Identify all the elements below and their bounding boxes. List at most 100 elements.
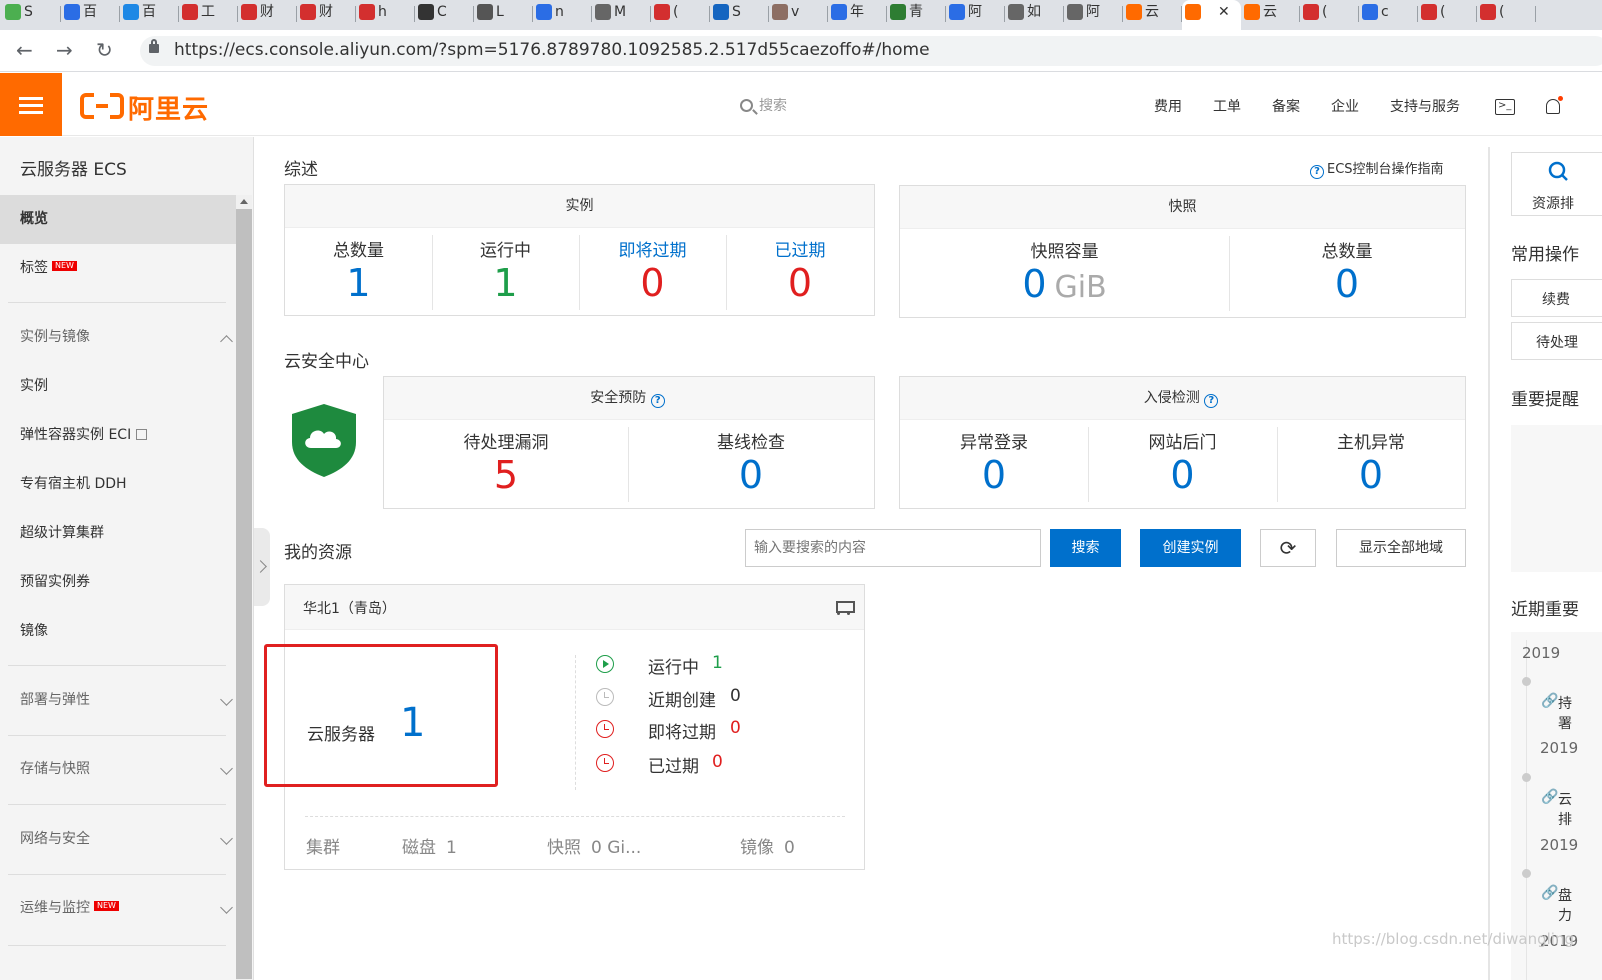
- sidebar-group-instances-images[interactable]: 实例与镜像: [0, 313, 236, 362]
- cart-icon[interactable]: [833, 599, 855, 615]
- browser-tab[interactable]: (: [651, 0, 710, 30]
- resource-ranking-card[interactable]: 资源排: [1511, 152, 1602, 216]
- nav-enterprise[interactable]: 企业: [1331, 96, 1359, 116]
- browser-tab[interactable]: C: [415, 0, 474, 30]
- bell-icon[interactable]: [1545, 96, 1563, 117]
- browser-tab[interactable]: 如: [1005, 0, 1064, 30]
- link-icon[interactable]: 🔗: [1541, 693, 1558, 709]
- browser-tab[interactable]: 云: [1123, 0, 1182, 30]
- status-value[interactable]: 1: [712, 653, 723, 673]
- resource-cluster[interactable]: 集群: [306, 833, 340, 858]
- sidebar-group-deployment[interactable]: 部署与弹性: [0, 676, 236, 725]
- browser-tab[interactable]: S: [710, 0, 769, 30]
- sidebar-item-reserved-instances[interactable]: 预留实例券: [0, 558, 236, 607]
- timeline-note[interactable]: 力: [1558, 905, 1572, 925]
- stat-value[interactable]: 0: [900, 452, 1088, 498]
- nav-tickets[interactable]: 工单: [1213, 96, 1241, 116]
- menu-button[interactable]: [0, 73, 62, 136]
- pending-button[interactable]: 待处理: [1511, 322, 1602, 360]
- stat-label[interactable]: 已过期: [726, 236, 874, 261]
- stat-label[interactable]: 即将过期: [579, 236, 726, 261]
- url-text[interactable]: https://ecs.console.aliyun.com/?spm=5176…: [174, 40, 930, 60]
- stat-value[interactable]: 0: [726, 260, 874, 306]
- browser-tab[interactable]: S: [2, 0, 61, 30]
- browser-tab[interactable]: 青: [887, 0, 946, 30]
- stat-value[interactable]: 0 GiB: [900, 261, 1229, 311]
- browser-tab[interactable]: 百: [120, 0, 179, 30]
- show-all-regions-button[interactable]: 显示全部地域: [1336, 529, 1466, 567]
- stat-value[interactable]: 0: [1229, 261, 1465, 307]
- link-icon[interactable]: 🔗: [1541, 885, 1558, 901]
- timeline-note[interactable]: 持: [1558, 693, 1572, 713]
- browser-tab[interactable]: M: [592, 0, 651, 30]
- search-button[interactable]: 搜索: [1050, 529, 1121, 567]
- nav-support[interactable]: 支持与服务: [1390, 96, 1460, 116]
- browser-tab[interactable]: 财: [238, 0, 297, 30]
- stat-value[interactable]: 0: [579, 260, 726, 306]
- sidebar-scrollbar[interactable]: [236, 195, 252, 980]
- create-instance-button[interactable]: 创建实例: [1140, 529, 1241, 567]
- sidebar-item-eci[interactable]: 弹性容器实例 ECI: [0, 411, 236, 460]
- sidebar-item-instances[interactable]: 实例: [0, 362, 236, 411]
- stat-value[interactable]: 0: [1277, 452, 1465, 498]
- stat-value[interactable]: 0: [1088, 452, 1277, 498]
- stat-value[interactable]: 5: [384, 452, 628, 498]
- resource-image[interactable]: 镜像 0: [740, 833, 795, 858]
- help-icon[interactable]: ?: [1204, 394, 1219, 408]
- link-icon[interactable]: 🔗: [1541, 789, 1558, 805]
- browser-tab[interactable]: (: [1418, 0, 1477, 30]
- scrollbar-thumb[interactable]: [236, 209, 252, 979]
- close-tab-icon[interactable]: ✕: [1218, 0, 1230, 24]
- forward-button[interactable]: →: [56, 38, 73, 62]
- browser-tab[interactable]: ✕: [1182, 0, 1241, 30]
- stat-value[interactable]: 1: [285, 260, 432, 306]
- browser-tab[interactable]: v: [769, 0, 828, 30]
- status-value[interactable]: 0: [730, 686, 741, 706]
- browser-tab[interactable]: 年: [828, 0, 887, 30]
- nav-billing[interactable]: 费用: [1154, 96, 1182, 116]
- resource-snapshot[interactable]: 快照 0 Gi...: [547, 833, 641, 858]
- renew-button[interactable]: 续费: [1511, 279, 1602, 317]
- status-value[interactable]: 0: [712, 752, 723, 772]
- browser-tab[interactable]: n: [533, 0, 592, 30]
- sidebar-collapse-handle[interactable]: [254, 528, 270, 606]
- refresh-icon[interactable]: ⟳: [1260, 529, 1316, 567]
- sidebar-item-overview[interactable]: 概览: [0, 195, 236, 244]
- top-search[interactable]: 搜索: [740, 95, 787, 115]
- browser-tab[interactable]: 阿: [946, 0, 1005, 30]
- scroll-up-arrow-icon[interactable]: [240, 199, 248, 204]
- reload-button[interactable]: ↻: [96, 38, 113, 62]
- browser-tab[interactable]: 云: [1241, 0, 1300, 30]
- timeline-note[interactable]: 云: [1558, 789, 1572, 809]
- terminal-icon[interactable]: >_: [1495, 99, 1515, 115]
- stat-value[interactable]: 1: [432, 260, 579, 306]
- resource-search-input[interactable]: [745, 529, 1041, 567]
- resource-disk[interactable]: 磁盘 1: [402, 833, 457, 858]
- sidebar-item-ddh[interactable]: 专有宿主机 DDH: [0, 460, 236, 509]
- ecs-guide-link[interactable]: ? ECS控制台操作指南: [1310, 158, 1444, 179]
- nav-icp[interactable]: 备案: [1272, 96, 1300, 116]
- browser-tab[interactable]: (: [1477, 0, 1536, 30]
- browser-tab[interactable]: 工: [179, 0, 238, 30]
- address-bar[interactable]: https://ecs.console.aliyun.com/?spm=5176…: [140, 36, 1602, 66]
- ecs-count-value[interactable]: 1: [400, 700, 425, 746]
- timeline-note[interactable]: 署: [1558, 713, 1572, 733]
- timeline-note[interactable]: 排: [1558, 809, 1572, 829]
- status-value[interactable]: 0: [730, 718, 741, 738]
- sidebar-group-network[interactable]: 网络与安全: [0, 815, 236, 864]
- browser-tab[interactable]: L: [474, 0, 533, 30]
- sidebar-group-storage[interactable]: 存储与快照: [0, 745, 236, 794]
- sidebar-item-scc[interactable]: 超级计算集群: [0, 509, 236, 558]
- help-icon[interactable]: ?: [650, 394, 665, 408]
- back-button[interactable]: ←: [16, 38, 33, 62]
- timeline-note[interactable]: 盘: [1558, 885, 1572, 905]
- browser-tab[interactable]: h: [356, 0, 415, 30]
- sidebar-group-ops[interactable]: 运维与监控 NEW: [0, 884, 236, 933]
- browser-tab[interactable]: 百: [61, 0, 120, 30]
- sidebar-item-tags[interactable]: 标签 NEW: [0, 244, 236, 293]
- browser-tab[interactable]: (: [1300, 0, 1359, 30]
- sidebar-item-images[interactable]: 镜像: [0, 607, 236, 656]
- browser-tab[interactable]: 财: [297, 0, 356, 30]
- browser-tab[interactable]: c: [1359, 0, 1418, 30]
- browser-tab[interactable]: 阿: [1064, 0, 1123, 30]
